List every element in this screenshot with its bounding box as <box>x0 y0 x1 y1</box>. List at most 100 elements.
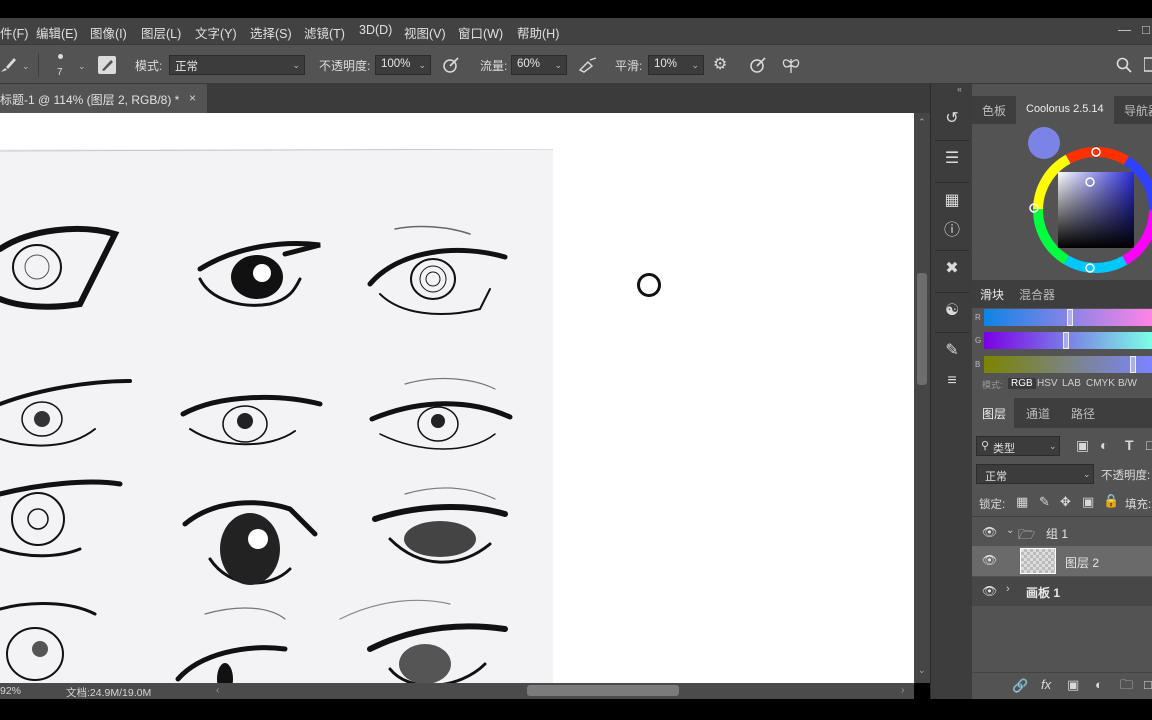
type-filter-icon[interactable]: T <box>1125 438 1134 452</box>
menu-filter[interactable]: 滤镜(T) <box>304 23 345 42</box>
tab-mixer[interactable]: 混合器 <box>1019 286 1055 303</box>
blue-slider-thumb[interactable] <box>1130 356 1136 373</box>
zoom-level[interactable]: 92% <box>0 685 21 697</box>
document-tab[interactable]: 标题-1 @ 114% (图层 2, RGB/8) * × <box>0 84 207 113</box>
green-slider-thumb[interactable] <box>1063 332 1069 349</box>
brush-tool-icon[interactable] <box>0 56 16 74</box>
adjustment-layer-icon[interactable]: ◐ <box>1095 678 1103 691</box>
layer-row-artboard-1[interactable]: 👁 › 画板 1 <box>972 577 1152 606</box>
layer-row-layer-2[interactable]: 👁 图层 2 <box>972 546 1152 576</box>
brush-picker-chevron-down-icon[interactable]: ⌄ <box>78 61 86 72</box>
lock-transparent-icon[interactable]: ▦ <box>1016 495 1028 508</box>
workspace-icon[interactable] <box>1144 57 1152 73</box>
collapse-panels-icon[interactable]: « <box>957 84 962 94</box>
adjustments-icon[interactable]: ≡ <box>941 370 963 392</box>
maximize-icon[interactable]: □ <box>1142 22 1150 37</box>
visibility-eye-icon[interactable]: 👁 <box>982 584 997 598</box>
new-layer-icon[interactable]: □ <box>1144 678 1152 691</box>
image-filter-icon[interactable]: ▣ <box>1076 438 1089 452</box>
lock-all-icon[interactable]: 🔒 <box>1103 494 1119 507</box>
close-icon[interactable]: × <box>189 91 196 105</box>
layer-comps-icon[interactable]: ☰ <box>941 148 963 170</box>
visibility-eye-icon[interactable]: 👁 <box>982 553 997 567</box>
new-group-folder-icon[interactable]: 🗀 <box>1120 678 1133 691</box>
scroll-down-icon[interactable]: ⌄ <box>918 665 926 676</box>
mode-rgb[interactable]: RGB <box>1008 378 1036 389</box>
tab-navigator[interactable]: 导航器 <box>1124 102 1152 119</box>
vertical-scroll-thumb[interactable] <box>917 273 927 385</box>
layer-opacity-label: 不透明度: <box>1101 470 1151 482</box>
divider <box>935 250 969 251</box>
pressure-size-icon[interactable] <box>749 56 767 74</box>
gear-icon[interactable]: ⚙ <box>713 57 727 73</box>
history-icon[interactable]: ↺ <box>941 108 963 130</box>
layer-name: 画板 1 <box>1026 586 1061 600</box>
menu-view[interactable]: 视图(V) <box>404 23 446 42</box>
menu-help[interactable]: 帮助(H) <box>517 23 559 42</box>
blue-slider[interactable] <box>984 356 1152 373</box>
shape-filter-icon[interactable]: □ <box>1146 438 1152 452</box>
mode-lab[interactable]: LAB <box>1062 378 1081 389</box>
smoothing-input[interactable]: 10% ⌄ <box>648 55 704 75</box>
scroll-right-icon[interactable]: › <box>901 684 905 696</box>
red-slider[interactable] <box>984 309 1152 326</box>
tool-preset-chevron-down-icon[interactable]: ⌄ <box>22 61 30 72</box>
pressure-opacity-icon[interactable] <box>442 56 460 74</box>
info-icon[interactable]: ⓘ <box>941 220 963 242</box>
airbrush-icon[interactable] <box>578 56 598 74</box>
scroll-left-icon[interactable]: ‹ <box>216 684 220 696</box>
3d-icon[interactable]: ▦ <box>941 190 963 212</box>
layer-filter-select[interactable]: ⚲ 类型 ⌄ <box>976 436 1060 456</box>
menu-image[interactable]: 图像(I) <box>90 23 127 42</box>
scroll-up-icon[interactable]: ⌃ <box>918 117 926 128</box>
document-size[interactable]: 文档:24.9M/19.0M <box>66 685 151 700</box>
tab-layers[interactable]: 图层 <box>982 405 1006 422</box>
creative-cloud-icon[interactable]: ☯ <box>941 300 963 322</box>
chevron-right-icon[interactable]: › <box>1006 583 1010 595</box>
adjustment-filter-icon[interactable]: ◐ <box>1100 438 1108 452</box>
menu-layer[interactable]: 图层(L) <box>141 23 181 42</box>
chevron-down-icon[interactable]: ⌄ <box>1006 525 1014 536</box>
mode-cmyk[interactable]: CMYK <box>1086 378 1115 389</box>
green-slider[interactable] <box>984 332 1152 349</box>
mode-select[interactable]: 正常 ⌄ <box>169 55 305 75</box>
menu-type[interactable]: 文字(Y) <box>195 23 237 42</box>
menu-edit[interactable]: 编辑(E) <box>36 23 78 42</box>
menu-select[interactable]: 选择(S) <box>250 23 292 42</box>
brush-settings-icon[interactable] <box>98 56 116 74</box>
symmetry-butterfly-icon[interactable] <box>781 55 801 75</box>
brush-preview-dot[interactable] <box>58 54 63 59</box>
link-layers-icon[interactable]: 🔗 <box>1012 679 1028 692</box>
color-wheel[interactable] <box>1028 142 1152 278</box>
lock-image-icon[interactable]: ✎ <box>1039 495 1050 508</box>
menu-file[interactable]: 件(F) <box>0 23 28 42</box>
add-mask-icon[interactable]: ▣ <box>1067 678 1079 691</box>
minimize-icon[interactable]: — <box>1118 22 1131 37</box>
document-canvas[interactable] <box>0 113 914 683</box>
menu-window[interactable]: 窗口(W) <box>458 23 503 42</box>
lock-position-icon[interactable]: ✥ <box>1060 495 1071 508</box>
layer-row-group-1[interactable]: 👁 ⌄ 🗁 组 1 <box>972 518 1152 547</box>
tab-coolorus[interactable]: Coolorus 2.5.14 <box>1026 103 1104 115</box>
horizontal-scroll-thumb[interactable] <box>527 685 679 696</box>
mode-bw[interactable]: B/W <box>1118 378 1137 389</box>
mode-hsv[interactable]: HSV <box>1037 378 1058 389</box>
canvas-area[interactable] <box>0 113 914 683</box>
flow-input[interactable]: 60% ⌄ <box>511 55 567 75</box>
lock-artboard-icon[interactable]: ▣ <box>1082 495 1094 508</box>
red-slider-thumb[interactable] <box>1067 309 1073 326</box>
tab-swatches[interactable]: 色板 <box>982 102 1006 119</box>
menu-3d[interactable]: 3D(D) <box>359 23 392 37</box>
chevron-down-icon: ⌄ <box>292 60 300 70</box>
search-icon[interactable] <box>1116 57 1132 73</box>
vertical-scrollbar[interactable]: ⌃ ⌄ <box>914 113 930 683</box>
brush-settings-panel-icon[interactable]: ✎ <box>941 340 963 362</box>
blend-mode-select[interactable]: 正常 ⌄ <box>976 464 1094 484</box>
opacity-input[interactable]: 100% ⌄ <box>375 55 431 75</box>
fx-icon[interactable]: fx <box>1041 678 1051 691</box>
tab-sliders[interactable]: 滑块 <box>980 286 1004 303</box>
tab-channels[interactable]: 通道 <box>1026 405 1050 422</box>
tab-paths[interactable]: 路径 <box>1071 405 1095 422</box>
visibility-eye-icon[interactable]: 👁 <box>982 525 997 539</box>
tools-icon[interactable]: ✖ <box>941 258 963 280</box>
